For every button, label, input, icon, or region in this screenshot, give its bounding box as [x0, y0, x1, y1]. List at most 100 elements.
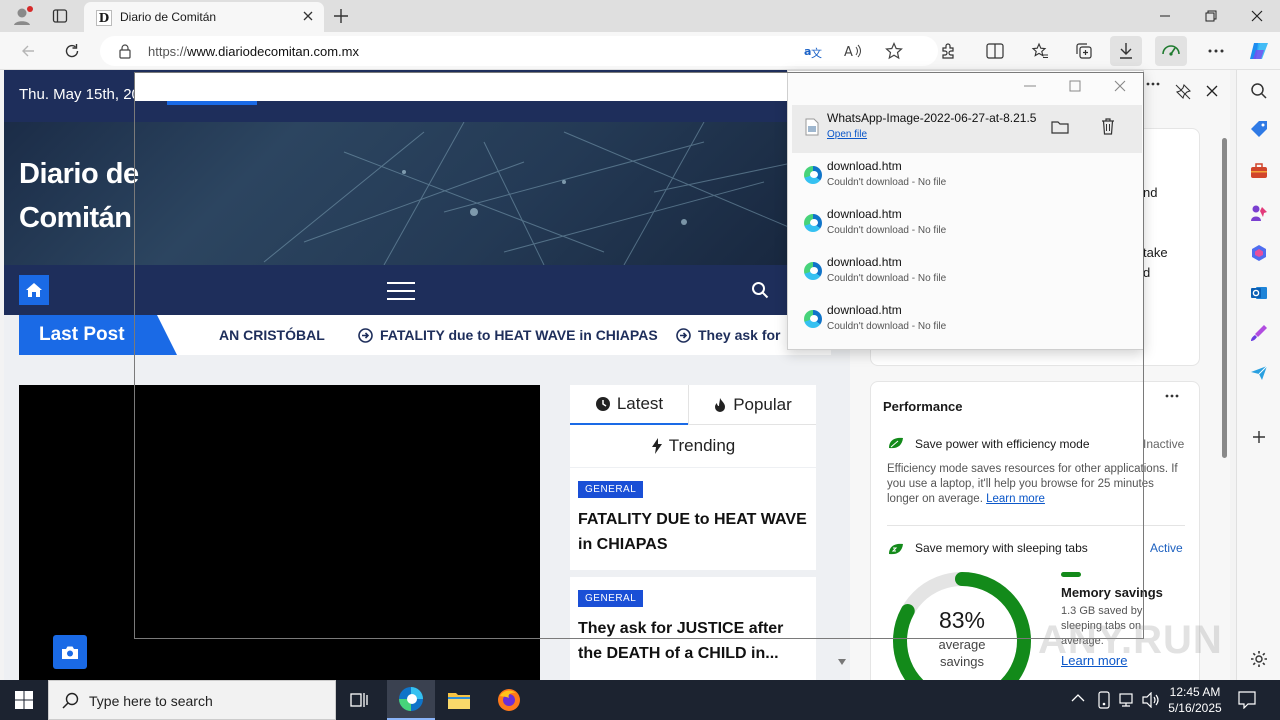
svg-text:文: 文: [811, 46, 822, 59]
category-badge[interactable]: GENERAL: [578, 590, 644, 607]
download-item-whatsapp[interactable]: WhatsApp-Image-2022-06-27-at-8.21.5 Open…: [792, 105, 1142, 153]
tab-favicon: D: [96, 10, 112, 26]
efficiency-state[interactable]: Inactive: [1143, 437, 1184, 451]
category-badge[interactable]: GENERAL: [578, 481, 644, 498]
lock-icon[interactable]: [118, 44, 132, 59]
search-icon[interactable]: [1248, 80, 1270, 102]
gauge-percent: 83%: [938, 607, 986, 633]
favorites-icon[interactable]: [1024, 36, 1056, 66]
card-more-icon[interactable]: [1165, 394, 1179, 398]
camera-icon[interactable]: [53, 635, 87, 669]
restore-icon[interactable]: [1188, 0, 1234, 32]
browser-tab[interactable]: D Diario de Comitán: [84, 2, 324, 32]
split-screen-icon[interactable]: [979, 36, 1011, 66]
microsoft-365-icon[interactable]: [1248, 242, 1270, 264]
system-clock[interactable]: 12:45 AM 5/16/2025: [1160, 684, 1230, 716]
shopping-tag-icon[interactable]: [1248, 118, 1270, 140]
task-view-icon[interactable]: [336, 680, 384, 720]
outlook-icon[interactable]: [1248, 282, 1270, 304]
settings-gear-icon[interactable]: [1248, 648, 1270, 670]
volume-icon[interactable]: [1142, 692, 1160, 708]
send-icon[interactable]: [1248, 362, 1270, 384]
video-player[interactable]: [19, 385, 540, 680]
dl-maximize-icon[interactable]: [1069, 80, 1081, 92]
tab-popular[interactable]: Popular: [688, 385, 816, 425]
more-menu-icon[interactable]: [1200, 36, 1232, 66]
copilot-icon[interactable]: [1243, 36, 1275, 66]
post-title[interactable]: They ask for JUSTICE after the DEATH of …: [578, 616, 808, 666]
download-item[interactable]: download.htm Couldn't download - No file: [792, 153, 1142, 201]
address-bar[interactable]: https://www.diariodecomitan.com.mx a文 A: [100, 36, 938, 66]
tab-trending[interactable]: Trending: [570, 426, 816, 466]
home-icon[interactable]: [19, 275, 49, 305]
scroll-down-icon[interactable]: [837, 658, 847, 666]
site-brand-line1: Diario de: [19, 158, 139, 190]
read-aloud-icon[interactable]: A: [844, 43, 862, 59]
ticker-item[interactable]: They ask for: [698, 327, 780, 343]
favorite-star-icon[interactable]: [885, 42, 903, 60]
open-folder-icon[interactable]: [1051, 119, 1069, 135]
ticker-item[interactable]: FATALITY due to HEAT WAVE in CHIAPAS: [380, 327, 658, 343]
site-header-banner: Diario de Comitán: [4, 122, 850, 265]
close-sidebar-icon[interactable]: [1206, 85, 1218, 97]
add-icon[interactable]: [1248, 426, 1270, 448]
download-item[interactable]: download.htm Couldn't download - No file: [792, 297, 1142, 345]
site-search-icon[interactable]: [751, 281, 769, 299]
tools-briefcase-icon[interactable]: [1248, 160, 1270, 182]
hamburger-menu-icon[interactable]: [386, 281, 416, 301]
tray-chevron-icon[interactable]: [1071, 693, 1085, 703]
new-tab-icon[interactable]: [332, 7, 350, 25]
designer-icon[interactable]: [1248, 322, 1270, 344]
back-icon[interactable]: [12, 36, 44, 66]
edge-file-icon: [804, 310, 822, 328]
edge-file-icon: [804, 166, 822, 184]
close-window-icon[interactable]: [1234, 0, 1280, 32]
download-item[interactable]: download.htm Couldn't download - No file: [792, 201, 1142, 249]
firefox-icon[interactable]: [485, 680, 533, 720]
sleeping-tabs-state[interactable]: Active: [1150, 541, 1183, 555]
profile-icon[interactable]: [12, 6, 34, 26]
ticker-item[interactable]: AN CRISTÓBAL: [219, 327, 325, 343]
translate-icon[interactable]: a文: [804, 43, 822, 59]
gauge-line1: average: [938, 637, 986, 652]
site-brand[interactable]: Diario de Comitán: [19, 152, 139, 240]
notification-icon[interactable]: [1238, 691, 1256, 709]
clock-date: 5/16/2025: [1168, 701, 1222, 715]
dl-close-icon[interactable]: [1114, 80, 1126, 92]
extensions-icon[interactable]: [932, 36, 964, 66]
start-windows-icon[interactable]: [0, 680, 48, 720]
page-scrollbar[interactable]: [834, 355, 850, 680]
learn-more-link[interactable]: Learn more: [986, 493, 1045, 505]
minimize-icon[interactable]: [1142, 0, 1188, 32]
clock-time: 12:45 AM: [1169, 685, 1221, 699]
downloads-icon[interactable]: [1110, 36, 1142, 66]
post-card[interactable]: GENERAL FATALITY DUE to HEAT WAVE in CHI…: [570, 468, 816, 570]
web-page: Thu. May 15th, 20 Diario de Comitán Last…: [4, 70, 850, 680]
delete-trash-icon[interactable]: [1101, 118, 1115, 135]
sidebar-scrollbar[interactable]: [1221, 120, 1229, 460]
tray-device-icon[interactable]: [1096, 691, 1112, 709]
tab-actions-icon[interactable]: [52, 8, 68, 24]
open-file-link[interactable]: Open file: [827, 129, 867, 140]
download-item[interactable]: download.htm Couldn't download - No file: [792, 249, 1142, 297]
arrow-circle-icon: [358, 328, 373, 343]
edge-taskbar-icon[interactable]: [387, 680, 435, 720]
url-host: www.diariodecomitan.com.mx: [187, 44, 359, 59]
taskbar-search-box[interactable]: Type here to search: [48, 680, 336, 720]
unpin-icon[interactable]: [1175, 84, 1191, 100]
post-title[interactable]: FATALITY DUE to HEAT WAVE in CHIAPAS: [578, 507, 808, 557]
network-icon[interactable]: [1118, 692, 1136, 708]
refresh-icon[interactable]: [56, 36, 88, 66]
dl-minimize-icon[interactable]: [1024, 85, 1036, 87]
file-explorer-icon[interactable]: [435, 680, 483, 720]
tab-latest[interactable]: Latest: [570, 385, 688, 425]
last-post-ticker: Last Post AN CRISTÓBAL FATALITY due to H…: [19, 315, 831, 355]
collections-icon[interactable]: [1068, 36, 1100, 66]
close-tab-icon[interactable]: [302, 10, 314, 22]
sidebar-more-icon[interactable]: [1146, 82, 1160, 86]
image-file-icon: [805, 118, 819, 136]
games-icon[interactable]: [1248, 202, 1270, 224]
performance-icon[interactable]: [1155, 36, 1187, 66]
partial-text: d: [1143, 265, 1151, 280]
post-card[interactable]: GENERAL They ask for JUSTICE after the D…: [570, 577, 816, 680]
